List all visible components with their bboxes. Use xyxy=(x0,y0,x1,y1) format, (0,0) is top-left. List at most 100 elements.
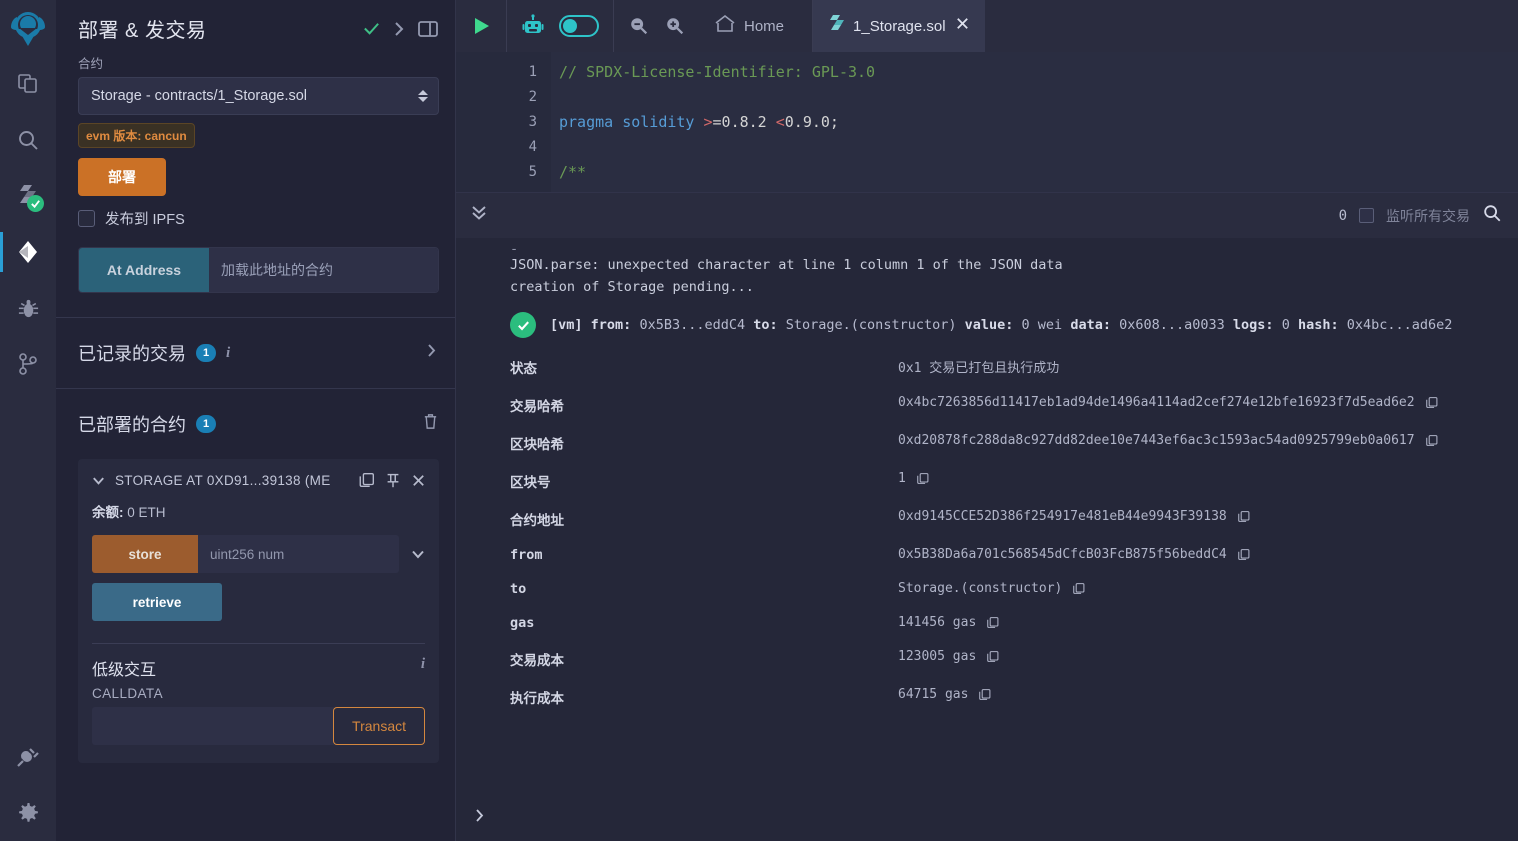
chevron-right-icon[interactable] xyxy=(424,342,439,364)
table-row: 合约地址 0xd9145CCE52D386f254917e481eB44e9943… xyxy=(456,500,1518,538)
sidebar-item-file-explorer[interactable] xyxy=(0,56,56,112)
sidebar-item-settings[interactable] xyxy=(0,785,56,841)
robot-icon[interactable] xyxy=(521,14,545,38)
chevron-right-icon[interactable] xyxy=(391,20,407,38)
detail-value-text: 0x4bc7263856d11417eb1ad94de1496a4114ad2c… xyxy=(898,395,1415,410)
recorded-transactions-header[interactable]: 已记录的交易 1 i xyxy=(56,318,455,388)
summary-value: 0x608...a0033 xyxy=(1119,317,1225,333)
copy-icon[interactable] xyxy=(916,471,930,486)
table-row: from 0x5B38Da6a701c568545dCfcB03FcB875f56… xyxy=(456,538,1518,572)
home-tab[interactable]: Home xyxy=(700,14,798,38)
publish-ipfs-row[interactable]: 发布到 IPFS xyxy=(78,208,439,229)
page-title: 部署 & 发交易 xyxy=(78,20,207,42)
search-icon[interactable] xyxy=(1482,203,1502,228)
gear-icon xyxy=(17,802,40,825)
close-icon[interactable] xyxy=(954,15,971,37)
close-icon[interactable] xyxy=(410,472,427,489)
zoom-out-icon[interactable] xyxy=(628,15,650,37)
sidebar-item-search[interactable] xyxy=(0,112,56,168)
sidebar-item-deploy-run[interactable] xyxy=(0,224,56,280)
sidebar-item-debugger[interactable] xyxy=(0,280,56,336)
copy-icon[interactable] xyxy=(986,649,1000,664)
sidebar-item-solidity-compiler[interactable] xyxy=(0,168,56,224)
copy-icon[interactable] xyxy=(358,471,376,489)
detail-key: from xyxy=(510,547,543,563)
summary-value: 0x4bc...ad6e2 xyxy=(1346,317,1453,333)
store-argument-input[interactable] xyxy=(198,535,399,573)
code-content[interactable]: // SPDX-License-Identifier: GPL-3.0 prag… xyxy=(551,52,1518,192)
detail-key: 交易哈希 xyxy=(510,399,564,415)
chevron-right-icon[interactable] xyxy=(472,807,487,829)
lowlevel-title: 低级交互 xyxy=(92,662,157,679)
expand-args-chevron-down-icon[interactable] xyxy=(399,545,427,563)
copy-icon[interactable] xyxy=(986,615,1000,630)
calldata-input[interactable] xyxy=(92,707,335,745)
detail-value-text: Storage.(constructor) xyxy=(898,581,1063,596)
info-icon[interactable]: i xyxy=(421,656,425,673)
tab-1-storage-sol[interactable]: 1_Storage.sol xyxy=(813,0,985,52)
detail-key: 交易成本 xyxy=(510,653,564,669)
evm-version-badge: evm 版本: cancun xyxy=(78,123,195,148)
detail-value: 0x4bc7263856d11417eb1ad94de1496a4114ad2c… xyxy=(898,395,1439,410)
detail-value-text: 141456 gas xyxy=(898,615,977,630)
code-editor[interactable]: 1 2 3 4 5 // SPDX-License-Identifier: GPL-3.… xyxy=(456,52,1518,192)
code-line: /** xyxy=(559,160,1518,185)
store-function-button[interactable]: store xyxy=(92,535,198,573)
ai-toggle[interactable] xyxy=(559,15,599,37)
contract-select[interactable]: Storage - contracts/1_Storage.sol xyxy=(78,77,439,115)
plug-icon xyxy=(16,745,40,769)
at-address-button[interactable]: At Address xyxy=(79,248,209,292)
deployed-contracts-header: 已部署的合约 1 xyxy=(56,389,455,459)
code-token: // SPDX-License-Identifier: GPL-3.0 xyxy=(559,63,876,81)
balance-value: 0 ETH xyxy=(127,505,166,520)
sidebar-item-plugin-manager[interactable] xyxy=(0,729,56,785)
at-address-input[interactable] xyxy=(209,248,438,292)
terminal-output[interactable]: - JSON.parse: unexpected character at li… xyxy=(456,238,1518,795)
listen-all-transactions-checkbox[interactable] xyxy=(1359,208,1374,223)
transact-button[interactable]: Transact xyxy=(333,707,425,745)
terminal-count: 0 xyxy=(1338,207,1347,224)
solidity-file-icon xyxy=(827,14,845,39)
zoom-in-icon[interactable] xyxy=(664,15,686,37)
detail-value: 123005 gas xyxy=(898,649,1000,664)
terminal-prompt[interactable] xyxy=(456,795,1518,841)
copy-icon[interactable] xyxy=(978,687,992,702)
pin-icon[interactable] xyxy=(384,471,402,489)
transaction-summary-row[interactable]: [vm] from: 0x5B3...eddC4 to: Storage.(co… xyxy=(456,298,1518,348)
detail-value-text: 0xd9145CCE52D386f254917e481eB44e9943F391… xyxy=(898,509,1227,524)
copy-icon[interactable] xyxy=(1237,509,1251,524)
deploy-button[interactable]: 部署 xyxy=(78,158,166,196)
deployed-contract-header[interactable]: STORAGE AT 0XD91...39138 (ME xyxy=(78,459,439,501)
code-line: pragma solidity >=0.8.2 <0.9.0; xyxy=(559,110,1518,135)
deploy-run-panel: 部署 & 发交易 合约 Storage - contracts/1_Storag… xyxy=(56,0,456,841)
info-icon[interactable]: i xyxy=(226,345,230,362)
retrieve-function-button[interactable]: retrieve xyxy=(92,583,222,621)
play-icon[interactable] xyxy=(470,15,492,37)
deployed-contracts-title: 已部署的合约 xyxy=(78,415,186,435)
copy-icon[interactable] xyxy=(1072,581,1086,596)
detail-value: 0xd20878fc288da8c927dd82dee10e7443ef6ac3… xyxy=(898,433,1439,448)
check-circle-icon xyxy=(510,312,536,338)
table-row: 交易哈希 0x4bc7263856d11417eb1ad94de1496a4114… xyxy=(456,386,1518,424)
lowlevel-header: 低级交互 i xyxy=(78,644,439,680)
chevron-down-icon[interactable] xyxy=(90,472,107,489)
copy-icon[interactable] xyxy=(1237,547,1251,562)
copy-icon[interactable] xyxy=(1425,395,1439,410)
bug-icon xyxy=(17,297,40,320)
sidebar-item-git[interactable] xyxy=(0,336,56,392)
activity-icon-bar xyxy=(0,0,56,841)
copy-icon[interactable] xyxy=(1425,433,1439,448)
detail-key: 执行成本 xyxy=(510,691,564,707)
panel-scroll-area[interactable]: 合约 Storage - contracts/1_Storage.sol evm… xyxy=(56,53,455,841)
trash-icon[interactable] xyxy=(422,412,439,436)
detail-value-text: 0x5B38Da6a701c568545dCfcB03FcB875f56bedd… xyxy=(898,547,1227,562)
detail-value-text: 0x1 交易已打包且执行成功 xyxy=(898,361,1060,376)
zoom-group: Home xyxy=(614,0,814,52)
layout-panel-icon[interactable] xyxy=(417,19,439,39)
chevrons-down-icon[interactable] xyxy=(468,202,490,229)
check-icon[interactable] xyxy=(362,19,381,38)
summary-value: 0 xyxy=(1281,317,1290,333)
publish-ipfs-checkbox[interactable] xyxy=(78,210,95,227)
deployed-count-badge: 1 xyxy=(196,415,216,433)
